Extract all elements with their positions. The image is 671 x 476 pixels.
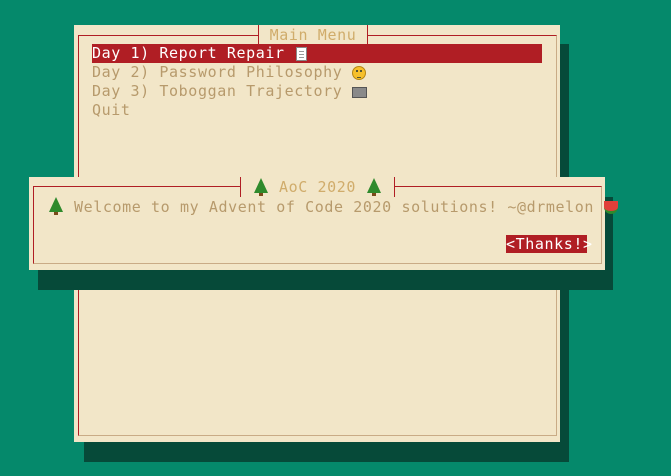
menu-item-label: Day 3) Toboggan Trajectory (92, 82, 343, 100)
dialog-title: AoC 2020 (240, 177, 395, 197)
christmas-tree-icon (49, 197, 63, 215)
main-menu-title-text: Main Menu (269, 26, 357, 44)
watermelon-icon (604, 201, 619, 214)
main-menu-list: Day 1) Report Repair Day 2) Password Phi… (92, 44, 542, 120)
page-icon (294, 46, 310, 62)
menu-item-label: Quit (92, 101, 131, 119)
menu-item-day-3[interactable]: Day 3) Toboggan Trajectory (92, 82, 542, 101)
christmas-tree-icon (367, 177, 382, 196)
menu-item-label: Day 1) Report Repair (92, 44, 285, 62)
dialog-message: Welcome to my Advent of Code 2020 soluti… (46, 197, 619, 217)
dialog-title-text: AoC 2020 (278, 178, 357, 196)
face-icon (351, 65, 367, 81)
sled-icon (351, 84, 368, 100)
menu-item-quit[interactable]: Quit (92, 101, 542, 120)
menu-item-day-1[interactable]: Day 1) Report Repair (92, 44, 542, 63)
thanks-button[interactable]: <Thanks!> (506, 235, 592, 253)
dialog-message-text: Welcome to my Advent of Code 2020 soluti… (74, 198, 595, 216)
menu-item-day-2[interactable]: Day 2) Password Philosophy (92, 63, 542, 82)
main-menu-title: Main Menu (258, 25, 368, 45)
menu-item-label: Day 2) Password Philosophy (92, 63, 343, 81)
christmas-tree-icon (253, 177, 268, 196)
